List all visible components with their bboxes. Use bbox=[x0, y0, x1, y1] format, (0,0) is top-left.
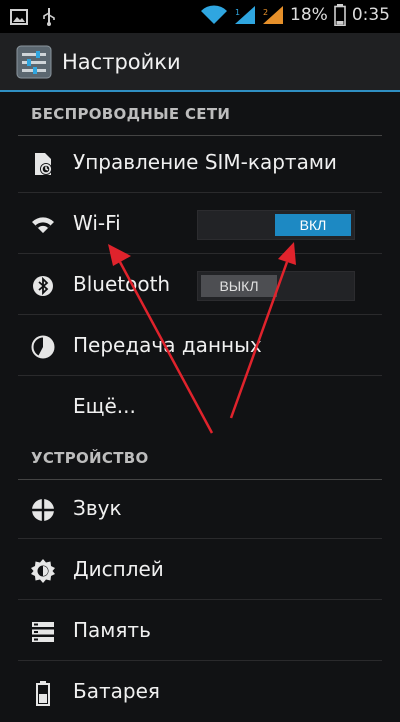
section-header-device: УСТРОЙСТВО bbox=[0, 436, 400, 480]
settings-item-label: Bluetooth bbox=[73, 272, 171, 296]
cell-signal-2-icon: 2 bbox=[263, 6, 284, 24]
battery-settings-icon bbox=[36, 681, 50, 706]
wifi-signal-icon bbox=[201, 5, 228, 25]
sound-icon bbox=[32, 499, 54, 521]
cell-signal-1-icon: 1 bbox=[235, 6, 256, 24]
item-divider bbox=[18, 253, 382, 254]
bluetooth-toggle-label: ВЫКЛ bbox=[201, 275, 277, 297]
item-divider bbox=[18, 192, 382, 193]
status-bar: 1 2 18% 0:35 bbox=[0, 0, 400, 33]
settings-item-display[interactable]: Дисплей bbox=[0, 540, 400, 600]
settings-item-data-usage[interactable]: Передача данных bbox=[0, 316, 400, 376]
item-divider bbox=[18, 599, 382, 600]
settings-item-sim[interactable]: Управление SIM-картами bbox=[0, 133, 400, 193]
item-divider bbox=[18, 538, 382, 539]
settings-item-label: Управление SIM-картами bbox=[73, 150, 337, 174]
display-brightness-icon bbox=[31, 559, 55, 583]
settings-item-sound[interactable]: Звук bbox=[0, 479, 400, 539]
wifi-icon bbox=[32, 217, 54, 233]
action-bar: Настройки bbox=[0, 33, 400, 92]
item-divider bbox=[18, 375, 382, 376]
settings-item-label: Дисплей bbox=[73, 557, 164, 581]
settings-item-label: Передача данных bbox=[73, 333, 262, 357]
section-title-device: УСТРОЙСТВО bbox=[31, 449, 149, 467]
item-divider bbox=[18, 660, 382, 661]
settings-app-icon[interactable] bbox=[16, 45, 52, 79]
battery-percent: 18% bbox=[290, 5, 328, 25]
bluetooth-icon bbox=[33, 276, 53, 296]
settings-item-more[interactable]: Ещё... bbox=[0, 377, 400, 437]
clock: 0:35 bbox=[351, 5, 390, 25]
settings-item-label: Wi-Fi bbox=[73, 211, 121, 235]
data-usage-icon bbox=[31, 335, 55, 359]
battery-icon bbox=[334, 4, 346, 26]
wifi-toggle-label: ВКЛ bbox=[275, 214, 351, 236]
section-header-wireless: БЕСПРОВОДНЫЕ СЕТИ bbox=[0, 92, 400, 136]
sim-card-icon bbox=[35, 153, 52, 175]
item-divider bbox=[18, 314, 382, 315]
wifi-toggle[interactable]: ВКЛ bbox=[197, 210, 355, 240]
bluetooth-toggle[interactable]: ВЫКЛ bbox=[197, 271, 355, 301]
storage-icon bbox=[32, 622, 54, 642]
svg-text:1: 1 bbox=[235, 8, 240, 17]
settings-item-label: Звук bbox=[73, 496, 122, 520]
gallery-notification-icon bbox=[10, 9, 28, 25]
svg-text:2: 2 bbox=[263, 8, 268, 17]
section-title-wireless: БЕСПРОВОДНЫЕ СЕТИ bbox=[31, 105, 231, 123]
settings-item-label: Батарея bbox=[73, 679, 160, 703]
settings-item-label: Ещё... bbox=[73, 394, 136, 418]
page-title: Настройки bbox=[62, 50, 181, 74]
settings-item-wifi[interactable]: Wi-Fi ВКЛ bbox=[0, 194, 400, 254]
settings-item-bluetooth[interactable]: Bluetooth ВЫКЛ bbox=[0, 255, 400, 315]
settings-item-battery[interactable]: Батарея bbox=[0, 662, 400, 722]
settings-item-label: Память bbox=[73, 618, 151, 642]
usb-icon bbox=[43, 8, 55, 26]
settings-item-storage[interactable]: Память bbox=[0, 601, 400, 661]
